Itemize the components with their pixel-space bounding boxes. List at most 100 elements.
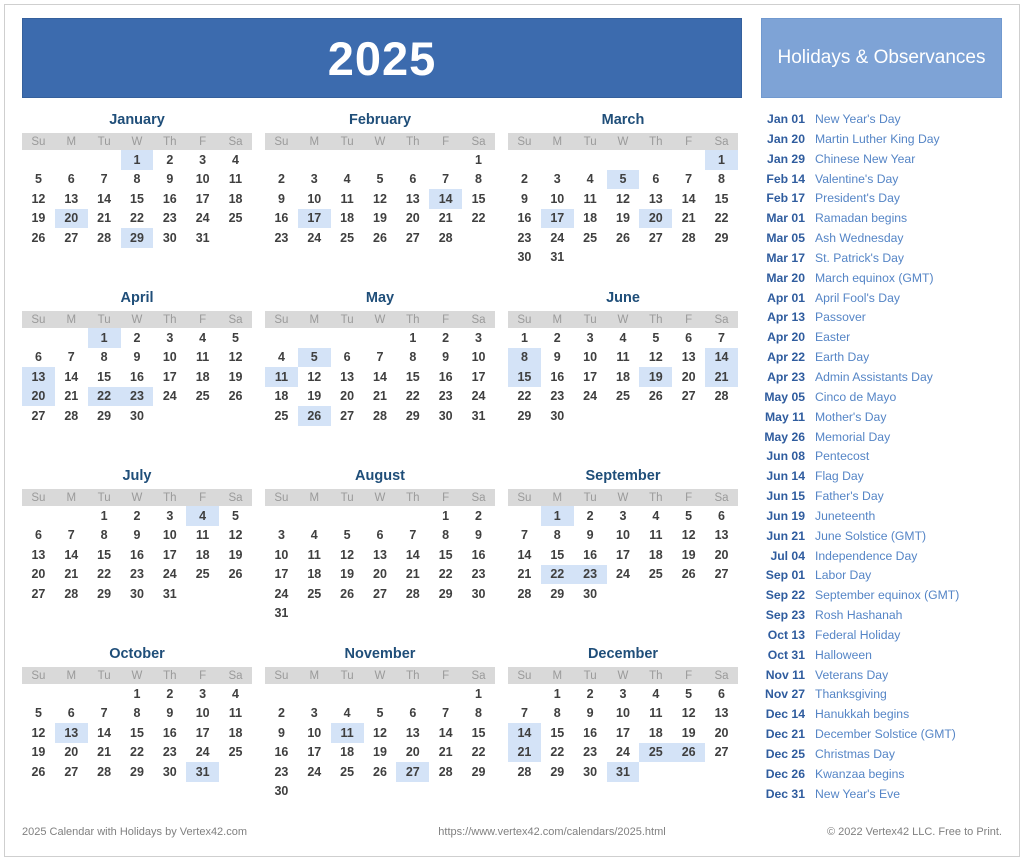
day-cell[interactable]: 22 — [88, 565, 121, 585]
day-cell[interactable]: 26 — [297, 406, 331, 426]
day-cell[interactable]: 24 — [298, 762, 331, 782]
day-cell[interactable]: 2 — [574, 684, 607, 704]
day-cell[interactable]: 3 — [298, 170, 331, 190]
day-cell[interactable]: 6 — [55, 170, 88, 190]
day-cell[interactable]: 24 — [186, 743, 219, 763]
day-cell[interactable]: 28 — [364, 406, 397, 426]
day-cell[interactable]: 16 — [121, 545, 154, 565]
day-cell[interactable]: 1 — [462, 684, 495, 704]
day-cell[interactable]: 8 — [508, 347, 541, 367]
day-cell[interactable]: 21 — [508, 742, 541, 762]
day-cell[interactable]: 19 — [364, 743, 397, 763]
day-cell[interactable]: 25 — [331, 228, 364, 248]
day-cell[interactable]: 18 — [186, 545, 219, 565]
day-cell[interactable]: 10 — [298, 189, 331, 209]
day-cell[interactable]: 24 — [153, 565, 186, 585]
day-cell[interactable]: 18 — [639, 545, 672, 565]
day-cell[interactable]: 4 — [186, 328, 219, 348]
day-cell[interactable]: 16 — [574, 723, 607, 743]
day-cell[interactable]: 22 — [429, 565, 462, 585]
day-cell[interactable]: 26 — [22, 762, 55, 782]
day-cell[interactable]: 19 — [639, 367, 673, 387]
day-cell[interactable]: 29 — [120, 228, 154, 248]
day-cell[interactable]: 31 — [186, 762, 220, 782]
day-cell[interactable]: 16 — [121, 367, 154, 387]
day-cell[interactable]: 6 — [705, 506, 738, 526]
day-cell[interactable]: 28 — [88, 762, 121, 782]
day-cell[interactable]: 25 — [331, 762, 364, 782]
day-cell[interactable]: 10 — [298, 723, 331, 743]
day-cell[interactable]: 17 — [186, 723, 219, 743]
day-cell[interactable]: 3 — [607, 506, 640, 526]
day-cell[interactable]: 29 — [429, 584, 462, 604]
day-cell[interactable]: 4 — [607, 328, 640, 348]
day-cell[interactable]: 19 — [672, 545, 705, 565]
day-cell[interactable]: 22 — [462, 743, 495, 763]
day-cell[interactable]: 30 — [541, 406, 574, 426]
day-cell[interactable]: 27 — [55, 762, 88, 782]
day-cell[interactable]: 17 — [153, 545, 186, 565]
day-cell[interactable]: 17 — [186, 189, 219, 209]
day-cell[interactable]: 25 — [219, 209, 252, 229]
day-cell[interactable]: 2 — [265, 170, 298, 190]
day-cell[interactable]: 30 — [153, 228, 186, 248]
day-cell[interactable]: 15 — [541, 723, 574, 743]
day-cell[interactable]: 10 — [574, 348, 607, 368]
day-cell[interactable]: 31 — [541, 248, 574, 268]
day-cell[interactable]: 12 — [22, 189, 55, 209]
day-cell[interactable]: 15 — [508, 367, 541, 387]
day-cell[interactable]: 14 — [705, 347, 738, 367]
day-cell[interactable]: 6 — [22, 348, 55, 368]
day-cell[interactable]: 29 — [462, 762, 495, 782]
day-cell[interactable]: 7 — [672, 170, 705, 190]
day-cell[interactable]: 21 — [88, 209, 121, 229]
day-cell[interactable]: 30 — [121, 584, 154, 604]
day-cell[interactable]: 29 — [705, 228, 738, 248]
day-cell[interactable]: 10 — [153, 526, 186, 546]
day-cell[interactable]: 14 — [508, 723, 541, 743]
day-cell[interactable]: 10 — [186, 704, 219, 724]
day-cell[interactable]: 13 — [22, 545, 55, 565]
day-cell[interactable]: 26 — [364, 762, 397, 782]
day-cell[interactable]: 8 — [541, 704, 574, 724]
day-cell[interactable]: 15 — [429, 545, 462, 565]
day-cell[interactable]: 31 — [265, 604, 298, 624]
day-cell[interactable]: 14 — [429, 189, 463, 209]
day-cell[interactable]: 9 — [153, 704, 186, 724]
day-cell[interactable]: 22 — [396, 387, 429, 407]
day-cell[interactable]: 21 — [429, 209, 462, 229]
day-cell[interactable]: 24 — [186, 209, 219, 229]
day-cell[interactable]: 3 — [541, 170, 574, 190]
day-cell[interactable]: 22 — [462, 209, 495, 229]
day-cell[interactable]: 16 — [541, 367, 574, 387]
day-cell[interactable]: 19 — [331, 565, 364, 585]
day-cell[interactable]: 14 — [88, 723, 121, 743]
day-cell[interactable]: 21 — [55, 565, 88, 585]
day-cell[interactable]: 24 — [607, 565, 640, 585]
day-cell[interactable]: 26 — [364, 228, 397, 248]
day-cell[interactable]: 15 — [88, 545, 121, 565]
day-cell[interactable]: 26 — [22, 228, 55, 248]
day-cell[interactable]: 3 — [186, 684, 219, 704]
day-cell[interactable]: 20 — [396, 743, 429, 763]
day-cell[interactable]: 29 — [121, 762, 154, 782]
day-cell[interactable]: 7 — [88, 170, 121, 190]
day-cell[interactable]: 11 — [265, 367, 298, 387]
day-cell[interactable]: 24 — [153, 387, 186, 407]
day-cell[interactable]: 5 — [672, 506, 705, 526]
day-cell[interactable]: 28 — [672, 228, 705, 248]
day-cell[interactable]: 9 — [574, 704, 607, 724]
day-cell[interactable]: 3 — [574, 328, 607, 348]
day-cell[interactable]: 29 — [88, 406, 121, 426]
day-cell[interactable]: 27 — [396, 228, 429, 248]
day-cell[interactable]: 17 — [607, 545, 640, 565]
day-cell[interactable]: 20 — [705, 723, 738, 743]
day-cell[interactable]: 12 — [672, 526, 705, 546]
day-cell[interactable]: 11 — [574, 189, 607, 209]
day-cell[interactable]: 2 — [265, 704, 298, 724]
day-cell[interactable]: 12 — [331, 545, 364, 565]
day-cell[interactable]: 9 — [265, 189, 298, 209]
day-cell[interactable]: 17 — [153, 367, 186, 387]
day-cell[interactable]: 1 — [508, 328, 541, 348]
day-cell[interactable]: 13 — [364, 545, 397, 565]
